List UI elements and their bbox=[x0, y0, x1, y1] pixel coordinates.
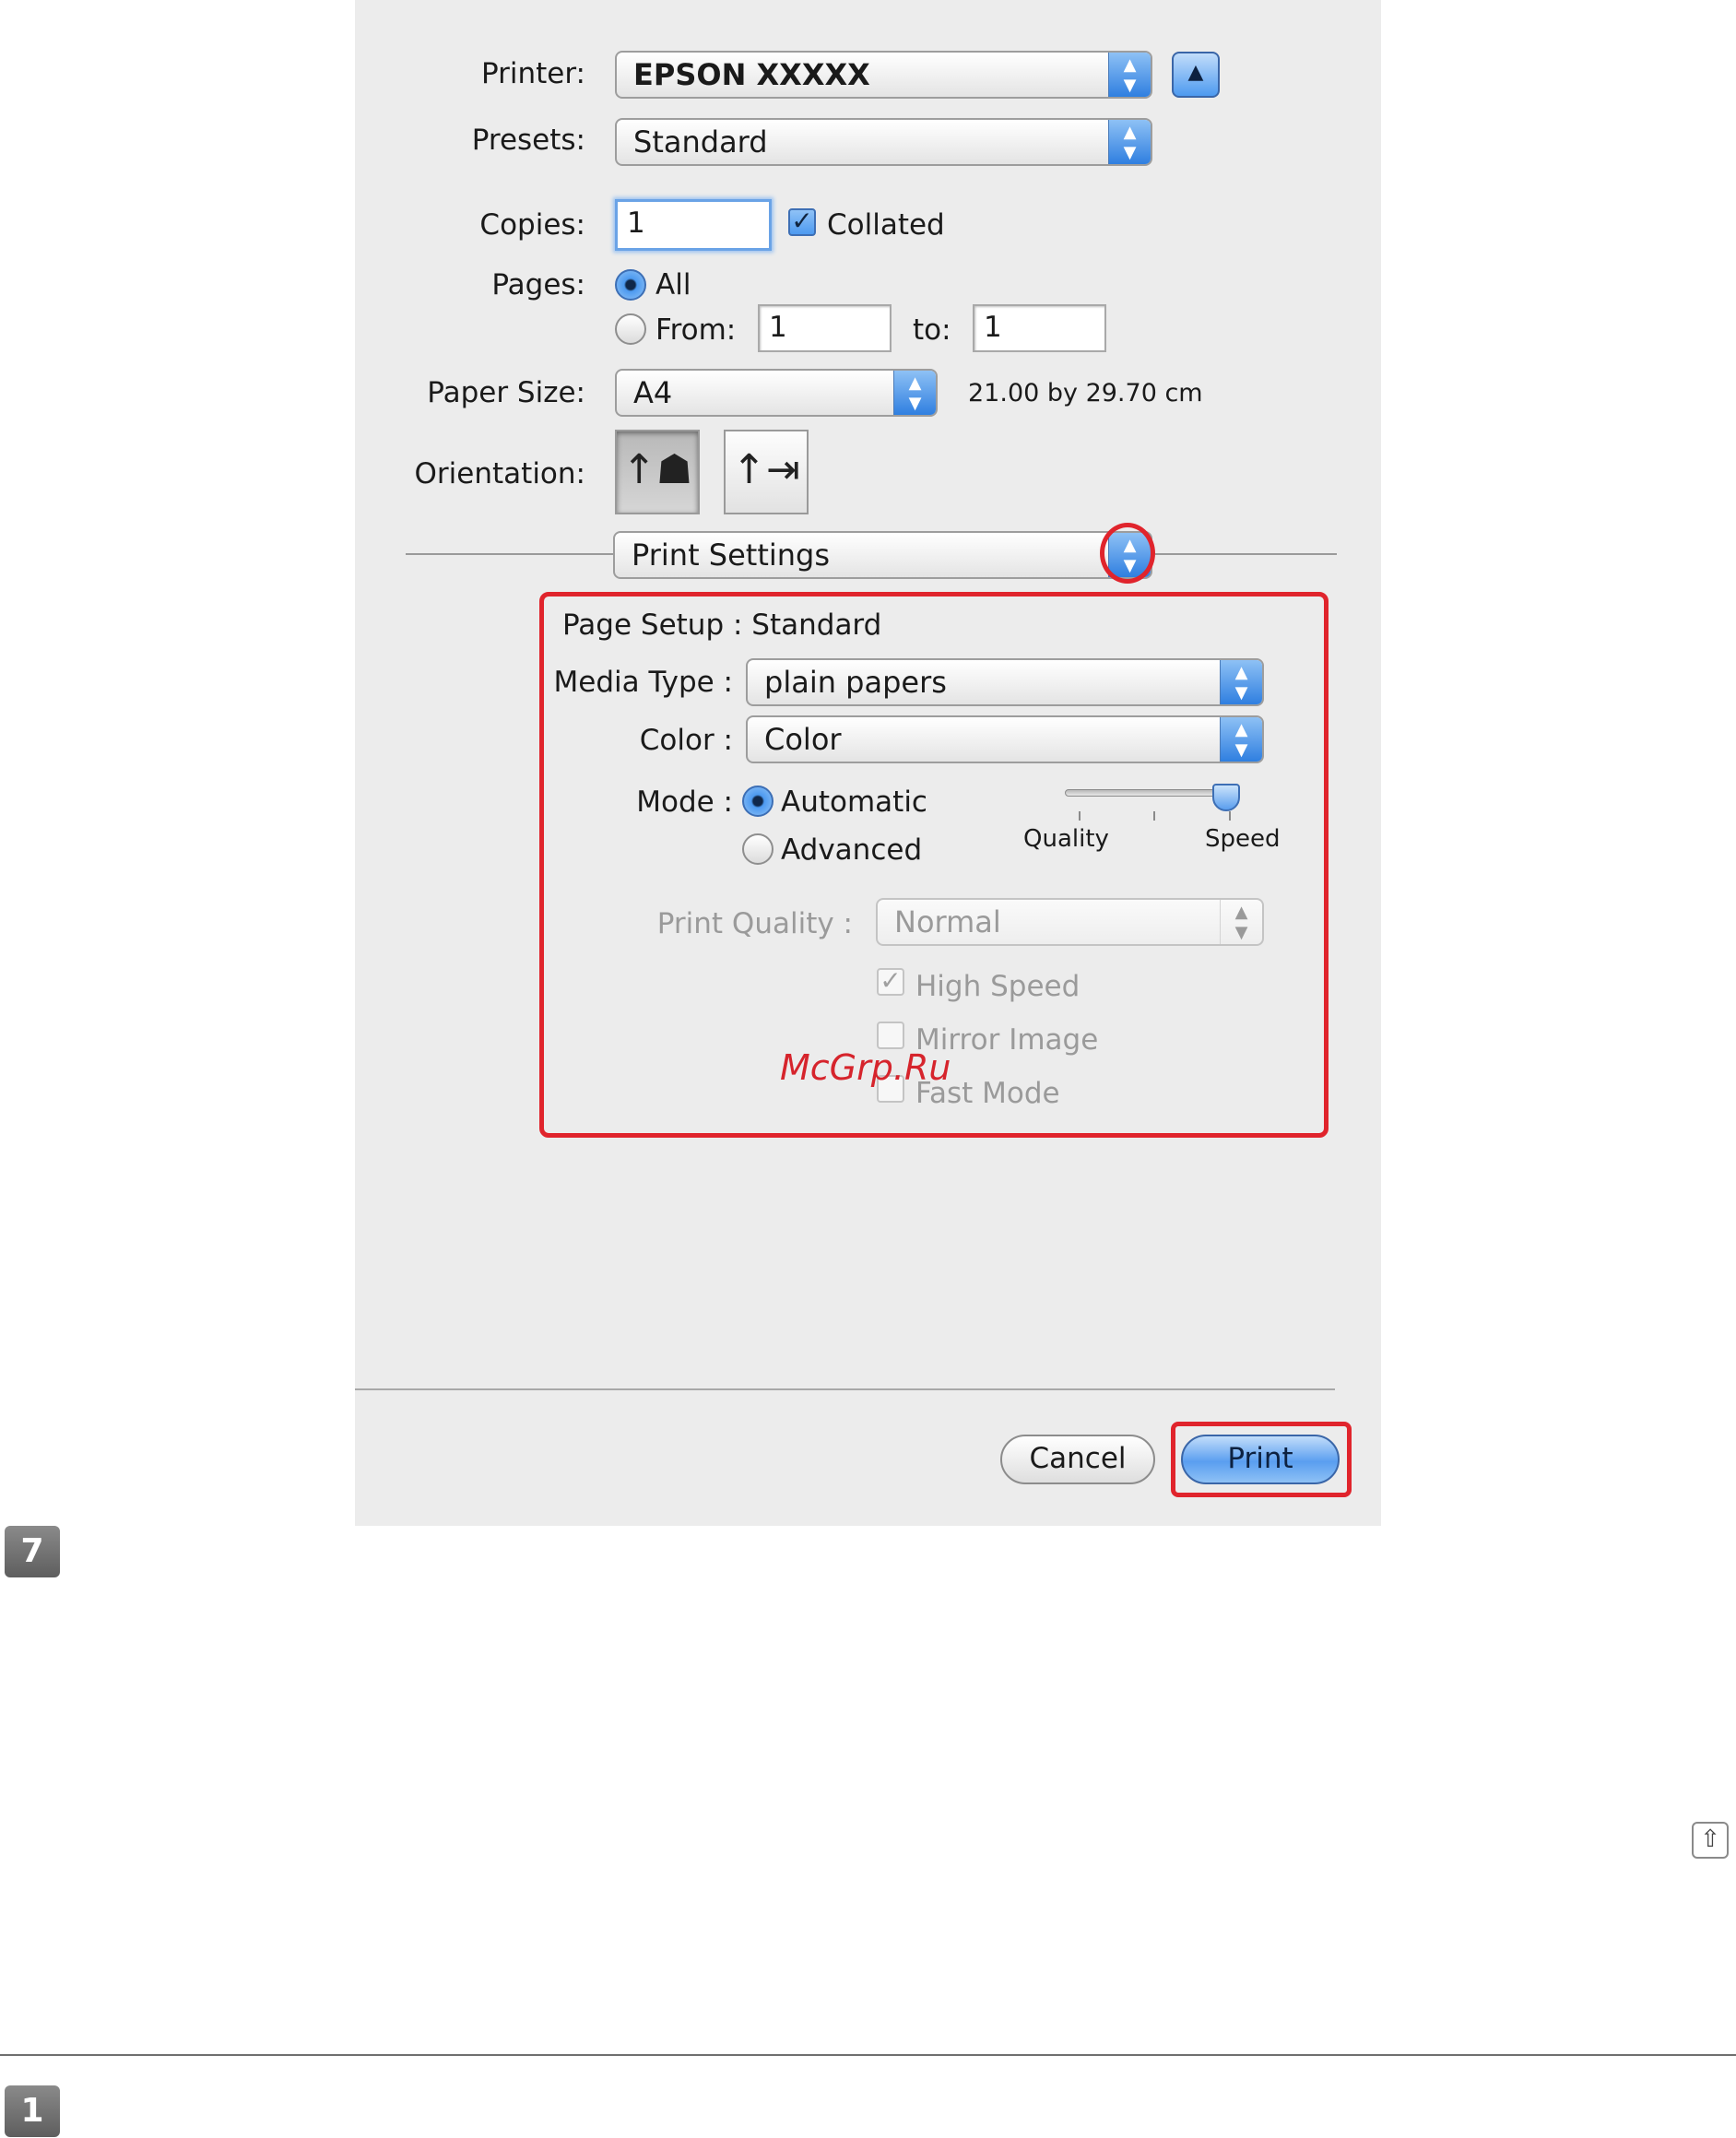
updown-arrows-icon: ▲ ▼ bbox=[1220, 660, 1262, 704]
presets-label: Presets: bbox=[471, 124, 585, 157]
portrait-orientation-button[interactable]: ↑☗ bbox=[615, 430, 700, 514]
printer-popup[interactable]: EPSON XXXXX ▲ ▼ bbox=[615, 51, 1152, 99]
presets-value: Standard bbox=[633, 124, 768, 159]
portrait-person-icon: ↑☗ bbox=[621, 446, 693, 493]
media-type-label: Media Type : bbox=[553, 666, 733, 699]
page-separator bbox=[0, 2054, 1736, 2056]
panel-menu-value: Print Settings bbox=[632, 537, 831, 573]
collated-checkbox[interactable]: ✓ bbox=[788, 208, 816, 236]
mode-automatic-radio[interactable] bbox=[742, 786, 774, 817]
step-number-badge: 1 bbox=[5, 2085, 60, 2137]
copies-label: Copies: bbox=[479, 208, 585, 242]
mode-label: Mode : bbox=[636, 786, 733, 819]
slider-speed-label: Speed bbox=[1205, 825, 1281, 853]
checkmark-icon: ✓ bbox=[791, 206, 813, 236]
mode-advanced-label: Advanced bbox=[781, 833, 923, 867]
high-speed-checkbox: ✓ bbox=[877, 968, 904, 996]
pages-all-radio[interactable] bbox=[615, 269, 646, 301]
updown-arrows-icon: ▲ ▼ bbox=[1108, 120, 1151, 164]
pages-from-input[interactable]: 1 bbox=[758, 304, 892, 352]
media-type-popup[interactable]: plain papers ▲ ▼ bbox=[746, 658, 1264, 706]
paper-dimensions: 21.00 by 29.70 cm bbox=[968, 379, 1203, 408]
separator-left bbox=[406, 553, 613, 555]
printer-label: Printer: bbox=[480, 57, 585, 90]
print-button[interactable]: Print bbox=[1181, 1435, 1340, 1484]
presets-popup[interactable]: Standard ▲ ▼ bbox=[615, 118, 1152, 166]
slider-tick bbox=[1153, 811, 1155, 821]
back-to-top-button[interactable]: ⇧ bbox=[1692, 1822, 1729, 1859]
paper-size-label: Paper Size: bbox=[427, 376, 585, 409]
mode-advanced-radio[interactable] bbox=[742, 833, 774, 865]
print-quality-label: Print Quality : bbox=[656, 907, 853, 940]
footer-separator bbox=[355, 1388, 1335, 1390]
media-type-value: plain papers bbox=[764, 665, 947, 700]
watermark-text: McGrp.Ru bbox=[780, 1047, 951, 1088]
highlight-circle bbox=[1100, 523, 1155, 584]
color-popup[interactable]: Color ▲ ▼ bbox=[746, 715, 1264, 763]
mode-automatic-label: Automatic bbox=[781, 786, 927, 819]
printer-value: EPSON XXXXX bbox=[633, 57, 870, 92]
checkmark-icon: ✓ bbox=[880, 965, 902, 996]
orientation-label: Orientation: bbox=[414, 457, 585, 490]
separator-right bbox=[1155, 553, 1337, 555]
print-quality-value: Normal bbox=[894, 904, 1001, 939]
pages-to-label: to: bbox=[913, 313, 951, 347]
slider-quality-label: Quality bbox=[1023, 825, 1109, 853]
paper-size-value: A4 bbox=[633, 375, 673, 410]
color-label: Color : bbox=[639, 724, 733, 757]
landscape-orientation-button[interactable]: ↑⇥ bbox=[724, 430, 809, 514]
collated-label: Collated bbox=[827, 208, 945, 242]
pages-all-label: All bbox=[655, 268, 691, 301]
cancel-button[interactable]: Cancel bbox=[1000, 1435, 1155, 1484]
triangle-up-icon: ▲ bbox=[1187, 61, 1204, 84]
expand-dialog-button[interactable]: ▲ bbox=[1172, 52, 1220, 98]
pages-from-label: From: bbox=[655, 313, 737, 347]
copies-input[interactable]: 1 bbox=[615, 199, 772, 251]
slider-thumb[interactable] bbox=[1212, 784, 1240, 811]
pages-from-radio[interactable] bbox=[615, 313, 646, 345]
updown-arrows-icon: ▲ ▼ bbox=[1220, 900, 1262, 944]
slider-tick bbox=[1079, 811, 1081, 821]
landscape-person-icon: ↑⇥ bbox=[732, 446, 800, 493]
high-speed-label: High Speed bbox=[915, 970, 1081, 1003]
color-value: Color bbox=[764, 722, 842, 757]
pages-to-input[interactable]: 1 bbox=[973, 304, 1106, 352]
print-quality-popup: Normal ▲ ▼ bbox=[876, 898, 1264, 946]
updown-arrows-icon: ▲ ▼ bbox=[893, 371, 936, 415]
updown-arrows-icon: ▲ ▼ bbox=[1108, 53, 1151, 97]
print-dialog: Printer: EPSON XXXXX ▲ ▼ ▲ Presets: Stand… bbox=[355, 0, 1381, 1526]
paper-size-popup[interactable]: A4 ▲ ▼ bbox=[615, 369, 938, 417]
mirror-image-checkbox bbox=[877, 1022, 904, 1049]
panel-menu-popup[interactable]: Print Settings ▲ ▼ bbox=[613, 531, 1152, 579]
arrow-up-icon: ⇧ bbox=[1700, 1825, 1720, 1853]
page-setup-label: Page Setup : Standard bbox=[562, 608, 882, 642]
updown-arrows-icon: ▲ ▼ bbox=[1220, 717, 1262, 762]
pages-label: Pages: bbox=[491, 268, 585, 301]
slider-tick bbox=[1229, 811, 1231, 821]
step-number-badge: 7 bbox=[5, 1526, 60, 1577]
